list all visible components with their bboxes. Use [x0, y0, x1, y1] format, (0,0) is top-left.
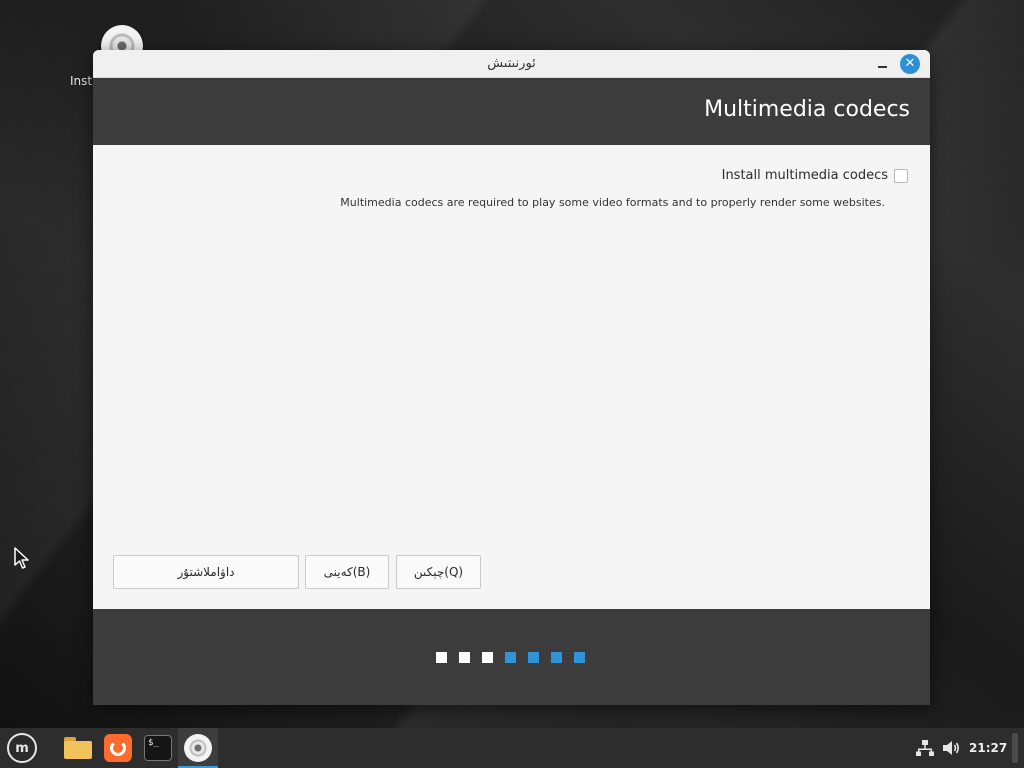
minimize-button[interactable] [871, 52, 893, 74]
volume-icon[interactable] [941, 738, 961, 758]
window-title: ئورنىتىش [487, 56, 536, 71]
back-button[interactable]: كەينى(B) [305, 555, 389, 589]
progress-indicator [436, 652, 585, 663]
installer-taskbar-item[interactable] [178, 728, 218, 768]
page-header: Multimedia codecs [93, 78, 930, 145]
window-titlebar[interactable]: ئورنىتىش ✕ [93, 50, 930, 78]
page-content: Install multimedia codecs Multimedia cod… [93, 145, 930, 609]
menu-icon: m [7, 733, 37, 763]
progress-footer [93, 609, 930, 705]
progress-step [574, 652, 585, 663]
close-button[interactable]: ✕ [900, 54, 920, 74]
network-icon[interactable] [915, 738, 935, 758]
terminal-launcher[interactable]: $_ [138, 728, 178, 768]
taskbar: m $_ [0, 728, 1024, 768]
install-codecs-label[interactable]: Install multimedia codecs [722, 168, 888, 183]
show-desktop-button[interactable] [1012, 733, 1018, 763]
codecs-description: Multimedia codecs are required to play s… [340, 196, 885, 209]
install-codecs-checkbox[interactable] [894, 168, 908, 183]
terminal-icon: $_ [144, 735, 172, 761]
clock[interactable]: 21:27 [969, 741, 1007, 755]
firefox-launcher[interactable] [98, 728, 138, 768]
progress-step [551, 652, 562, 663]
files-launcher[interactable] [58, 728, 98, 768]
close-icon: ✕ [904, 56, 916, 71]
continue-button[interactable]: داۋاملاشتۇر [113, 555, 299, 589]
progress-step [505, 652, 516, 663]
minimize-icon [877, 66, 887, 68]
installer-window: ئورنىتىش ✕ Multimedia codecs Install mul… [93, 50, 930, 705]
files-icon [64, 737, 92, 759]
progress-step [459, 652, 470, 663]
installer-icon [184, 734, 212, 762]
menu-button[interactable]: m [2, 728, 42, 768]
install-codecs-option[interactable]: Install multimedia codecs [722, 168, 908, 183]
firefox-icon [104, 734, 132, 762]
quit-button[interactable]: چېكىن(Q) [396, 555, 481, 589]
page-title: Multimedia codecs [704, 97, 910, 122]
mouse-pointer-icon [14, 547, 29, 569]
progress-step [482, 652, 493, 663]
progress-step [528, 652, 539, 663]
progress-step [436, 652, 447, 663]
